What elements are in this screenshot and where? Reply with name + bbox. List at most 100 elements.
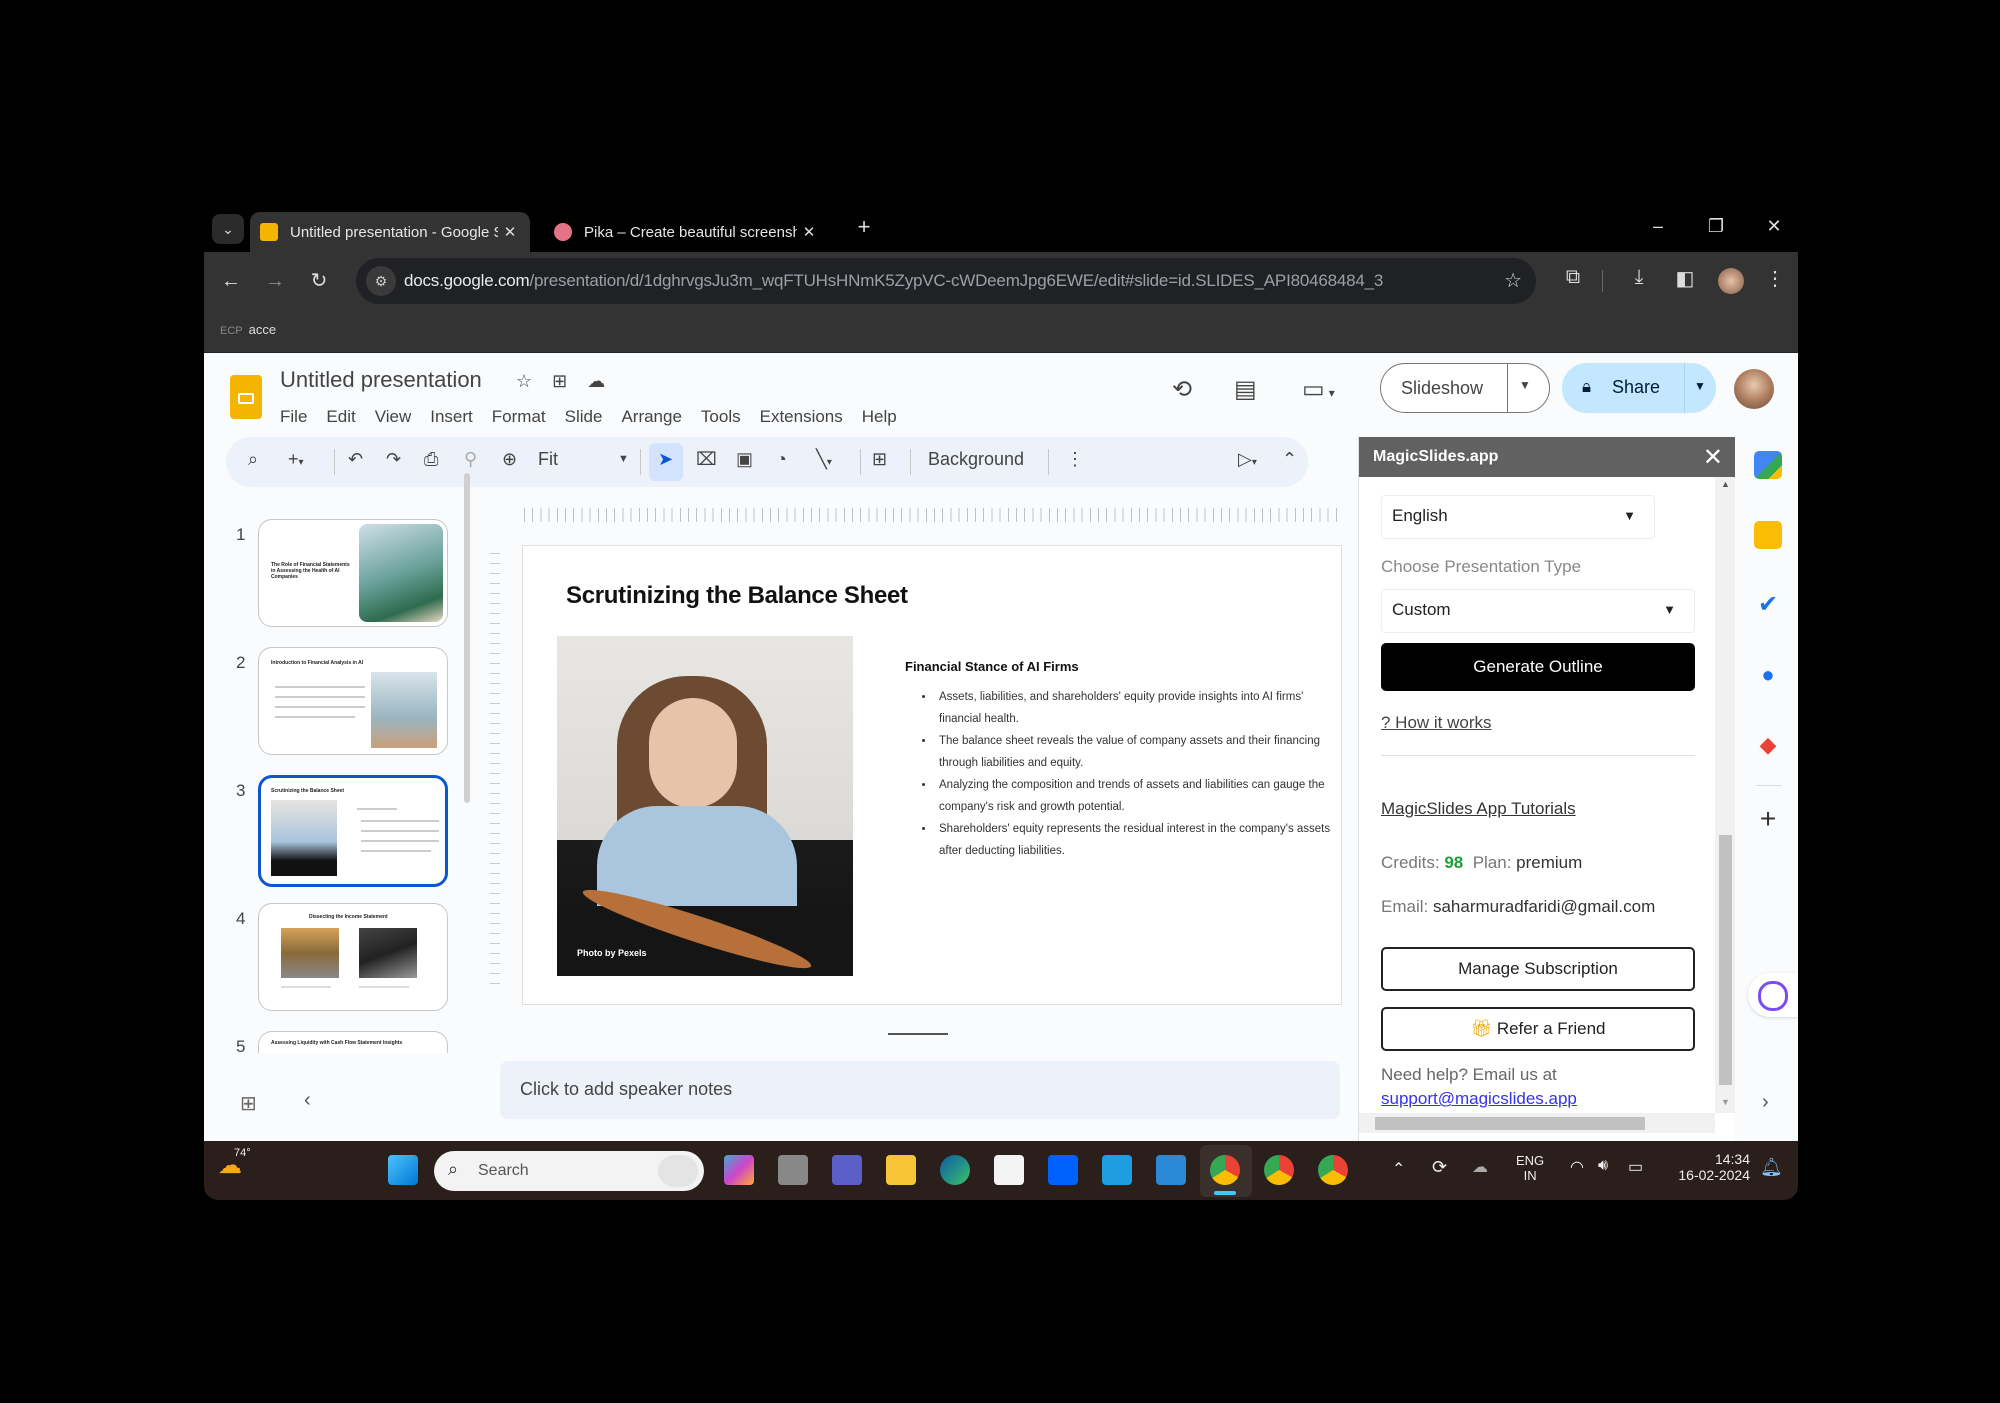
microsoft-store-icon[interactable] — [994, 1155, 1024, 1185]
tab-google-slides[interactable]: Untitled presentation - Google Slides ✕ — [250, 212, 530, 252]
filmstrip-scrollbar[interactable] — [464, 473, 470, 803]
bookmark-item[interactable]: ECP acce — [220, 322, 276, 337]
slide-thumbnail-4[interactable]: Dissecting the Income Statement — [258, 903, 448, 1011]
collapse-toolbar-icon[interactable]: ⌃ — [1282, 449, 1297, 470]
keep-icon[interactable] — [1754, 521, 1782, 549]
chrome-profile-1-icon[interactable] — [1210, 1155, 1240, 1185]
task-view-icon[interactable] — [778, 1155, 808, 1185]
slide-bullet-list[interactable]: Assets, liabilities, and shareholders' e… — [905, 686, 1335, 862]
expand-side-panel-icon[interactable]: › — [1762, 1091, 1769, 1114]
extensions-icon[interactable]: ⧉ — [1558, 266, 1588, 289]
dropbox-icon[interactable] — [1048, 1155, 1078, 1185]
url-text[interactable]: docs.google.com/presentation/d/1dghrvgsJ… — [404, 271, 1383, 291]
slide-subtitle[interactable]: Financial Stance of AI Firms — [905, 659, 1079, 674]
minimize-button[interactable]: – — [1638, 216, 1678, 237]
tab-pika[interactable]: Pika – Create beautiful screenshots ✕ — [544, 212, 829, 252]
slide-canvas[interactable]: Scrutinizing the Balance Sheet Photo by … — [522, 545, 1342, 1005]
redo-icon[interactable]: ↷ — [386, 449, 401, 470]
volume-icon[interactable]: 🔊︎ — [1598, 1157, 1608, 1175]
reload-button[interactable]: ↻ — [304, 266, 334, 296]
support-email-link[interactable]: support@magicslides.app — [1381, 1089, 1577, 1109]
speaker-notes[interactable]: Click to add speaker notes — [500, 1061, 1340, 1119]
slideshow-button[interactable]: Slideshow ▼ — [1380, 363, 1550, 413]
how-it-works-link[interactable]: ? How it works — [1381, 713, 1492, 733]
menu-help[interactable]: Help — [862, 407, 897, 427]
pointer-mode-icon[interactable]: ▷▾ — [1238, 449, 1257, 470]
share-dropdown-icon[interactable]: ▼ — [1694, 379, 1706, 393]
scroll-down-icon[interactable]: ▼ — [1721, 1097, 1730, 1107]
tasks-icon[interactable]: ✔ — [1754, 591, 1782, 619]
chrome-profile-2-icon[interactable] — [1264, 1155, 1294, 1185]
menu-edit[interactable]: Edit — [326, 407, 355, 427]
close-tab-icon[interactable]: ✕ — [498, 223, 522, 241]
close-tab-icon[interactable]: ✕ — [797, 223, 821, 241]
clock[interactable]: 14:34 16-02-2024 — [1670, 1151, 1750, 1183]
panel-horizontal-scrollbar[interactable] — [1359, 1113, 1715, 1133]
close-window-button[interactable]: ✕ — [1754, 216, 1794, 237]
move-folder-icon[interactable]: ⊞ — [552, 371, 567, 391]
collapse-filmstrip-icon[interactable]: ‹ — [304, 1089, 311, 1112]
address-bar[interactable]: ⚙ docs.google.com/presentation/d/1dghrvg… — [356, 258, 1536, 304]
paint-format-icon[interactable]: ⚲ — [464, 449, 477, 470]
start-button[interactable] — [388, 1155, 418, 1185]
file-explorer-icon[interactable] — [886, 1155, 916, 1185]
zoom-select[interactable]: Fit — [538, 449, 558, 470]
line-icon[interactable]: ╲▾ — [816, 449, 832, 470]
scroll-up-icon[interactable]: ▲ — [1721, 479, 1730, 489]
edge-icon[interactable] — [940, 1155, 970, 1185]
contacts-icon[interactable]: ● — [1754, 661, 1782, 689]
document-title[interactable]: Untitled presentation — [280, 367, 482, 393]
language-select[interactable]: English ▼ — [1381, 495, 1655, 539]
copilot-icon[interactable] — [658, 1155, 698, 1187]
taskbar-search[interactable]: ⌕ Search — [434, 1151, 704, 1191]
restore-button[interactable]: ❐ — [1696, 216, 1736, 237]
slideshow-dropdown-icon[interactable]: ▼ — [1519, 378, 1531, 392]
slide-thumbnail-3[interactable]: Scrutinizing the Balance Sheet — [258, 775, 448, 887]
menu-arrange[interactable]: Arrange — [621, 407, 681, 427]
account-avatar[interactable] — [1734, 369, 1774, 409]
background-button[interactable]: Background — [928, 449, 1024, 470]
manage-subscription-button[interactable]: Manage Subscription — [1381, 947, 1695, 991]
select-cursor-icon[interactable]: ➤ — [658, 449, 673, 470]
menu-slide[interactable]: Slide — [565, 407, 603, 427]
copilot-pro-icon[interactable] — [724, 1155, 754, 1185]
notification-bell-icon[interactable]: 🔔︎ — [1760, 1157, 1783, 1178]
panel-vertical-scrollbar[interactable]: ▲ ▼ — [1715, 477, 1735, 1113]
shape-icon[interactable]: ◔ — [776, 449, 787, 470]
slides-logo-icon[interactable] — [230, 375, 262, 419]
slide-thumbnail-1[interactable]: The Role of Financial Statements in Asse… — [258, 519, 448, 627]
meet-icon[interactable]: ▭ ▾ — [1302, 375, 1335, 404]
new-tab-button[interactable]: + — [844, 214, 884, 240]
menu-extensions[interactable]: Extensions — [760, 407, 843, 427]
download-icon[interactable]: ⤓ — [1624, 266, 1654, 289]
more-tools-icon[interactable]: ⋮ — [1066, 449, 1084, 470]
menu-insert[interactable]: Insert — [430, 407, 473, 427]
text-box-icon[interactable]: ⌧ — [696, 449, 717, 470]
sync-icon[interactable]: ⟳ — [1432, 1157, 1447, 1178]
generate-outline-button[interactable]: Generate Outline — [1381, 643, 1695, 691]
maps-icon[interactable]: ◆ — [1754, 731, 1782, 759]
search-menus-icon[interactable]: ⌕ — [248, 449, 258, 470]
assistant-bubble[interactable] — [1748, 973, 1798, 1017]
tutorials-link[interactable]: MagicSlides App Tutorials — [1381, 799, 1576, 819]
close-panel-icon[interactable]: ✕ — [1703, 443, 1723, 472]
calendar-icon[interactable] — [1754, 451, 1782, 479]
photo-credit[interactable]: Photo by Pexels — [577, 948, 647, 958]
comment-add-icon[interactable]: ⊞ — [872, 449, 887, 470]
slide-photo[interactable]: Photo by Pexels — [557, 636, 853, 976]
show-hidden-icons[interactable]: ⌃ — [1392, 1159, 1405, 1179]
profile-avatar[interactable] — [1718, 268, 1744, 294]
language-indicator[interactable]: ENG IN — [1516, 1153, 1544, 1183]
bookmark-star-icon[interactable]: ☆ — [1504, 268, 1522, 293]
onedrive-icon[interactable]: ☁ — [1472, 1157, 1488, 1177]
slide-thumbnail-2[interactable]: Introduction to Financial Analysis in AI — [258, 647, 448, 755]
more-menu-icon[interactable]: ⋮ — [1760, 266, 1790, 291]
side-panel-icon[interactable]: ◧ — [1670, 266, 1700, 291]
grid-view-icon[interactable]: ⊞ — [240, 1091, 257, 1116]
undo-icon[interactable]: ↶ — [348, 449, 363, 470]
mail-icon[interactable] — [1156, 1155, 1186, 1185]
back-button[interactable]: ← — [216, 266, 246, 296]
tab-search-button[interactable]: ⌄ — [212, 214, 244, 244]
teams-icon[interactable] — [832, 1155, 862, 1185]
zoom-icon[interactable]: ⊕ — [502, 449, 517, 470]
